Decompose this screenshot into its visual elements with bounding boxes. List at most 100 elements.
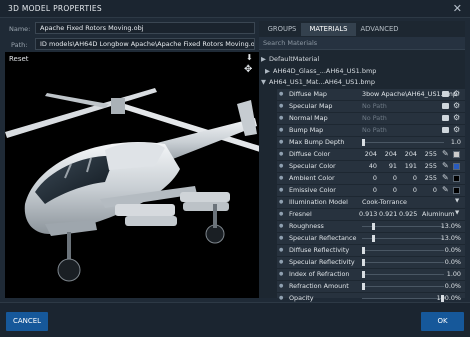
slider-thumb[interactable] [372,235,375,242]
color-b[interactable]: 0 [399,174,417,182]
color-g[interactable]: 0 [379,174,397,182]
fresnel-g[interactable]: 0.921 [379,210,397,218]
prop-ambient-color: ● Ambient Color 0 0 0 255 ✎ [277,173,465,184]
expand-icon[interactable]: ▶ [261,55,266,63]
bullet-icon: ● [279,199,284,205]
model-viewport[interactable]: Reset ⬇ ✥ [5,52,260,298]
color-swatch[interactable] [453,175,460,182]
chevron-down-icon[interactable]: ▼ [455,198,459,204]
path-field[interactable]: ID models\AH64D Longbow Apache\Apache Fi… [35,38,255,50]
color-swatch[interactable] [453,151,460,158]
eyedropper-icon[interactable]: ✎ [442,149,449,158]
slider-track[interactable] [362,262,444,263]
color-b[interactable]: 0 [399,186,417,194]
folder-icon[interactable] [442,91,449,97]
slider-track[interactable] [362,142,444,143]
name-field[interactable]: Apache Fixed Rotors Moving.obj [35,22,255,34]
gear-icon[interactable]: ⚙ [453,89,460,98]
slider-thumb[interactable] [362,283,365,290]
specular-map-path[interactable]: No Path [362,102,387,110]
bump-map-path[interactable]: No Path [362,126,387,134]
ok-button[interactable]: OK [421,312,464,331]
properties-panel: GROUPS MATERIALS ADVANCED Search Materia… [259,21,465,302]
bullet-icon: ● [279,91,284,97]
cancel-button[interactable]: CANCEL [6,312,48,331]
search-materials-input[interactable]: Search Materials [259,37,465,50]
path-label: Path: [11,41,28,49]
bullet-icon: ● [279,223,284,229]
reset-button[interactable]: Reset [9,55,29,63]
fresnel-r[interactable]: 0.913 [359,210,377,218]
prop-label: Emissive Color [289,186,336,194]
material-item-glass[interactable]: ▶ AH64D_Glass_...AH64_US1.bmp [265,67,376,75]
download-icon[interactable]: ⬇ [246,53,253,62]
bullet-icon: ● [279,247,284,253]
prop-specular-reflectance: ● Specular Reflectance 13.0% [277,233,465,244]
gear-icon[interactable]: ⚙ [453,125,460,134]
color-swatch[interactable] [453,187,460,194]
normal-map-path[interactable]: No Path [362,114,387,122]
prop-fresnel: ● Fresnel 0.913 0.921 0.925 Aluminum ▼ [277,209,465,220]
color-a[interactable]: 255 [419,162,437,170]
color-a[interactable]: 255 [419,150,437,158]
gear-icon[interactable]: ⚙ [453,113,460,122]
slider-track[interactable] [362,298,444,299]
specular-reflectance-value: 13.0% [440,234,461,242]
color-r[interactable]: 204 [359,150,377,158]
bullet-icon: ● [279,127,284,133]
material-item-default[interactable]: ▶ DefaultMaterial [261,55,319,63]
name-label: Name: [9,25,31,33]
color-r[interactable]: 0 [359,174,377,182]
slider-thumb[interactable] [362,271,365,278]
slider-track[interactable] [362,250,444,251]
color-b[interactable]: 191 [399,162,417,170]
color-a[interactable]: 0 [419,186,437,194]
dialog-footer: CANCEL OK [0,302,470,337]
gear-icon[interactable]: ⚙ [453,101,460,110]
folder-icon[interactable] [442,103,449,109]
eyedropper-icon[interactable]: ✎ [442,185,449,194]
close-icon[interactable]: ✕ [453,2,462,15]
specular-reflectivity-value: 0.0% [444,258,461,266]
prop-label: Fresnel [289,210,312,218]
slider-thumb[interactable] [362,139,365,146]
eyedropper-icon[interactable]: ✎ [442,161,449,170]
prop-bump-map: ● Bump Map No Path ⚙ [277,125,465,136]
tab-groups[interactable]: GROUPS [263,23,301,36]
title-bar: 3D MODEL PROPERTIES ✕ [0,0,470,18]
color-g[interactable]: 0 [379,186,397,194]
slider-thumb[interactable] [372,223,375,230]
prop-label: Specular Map [289,102,333,110]
prop-label: Opacity [289,294,314,302]
eyedropper-icon[interactable]: ✎ [442,173,449,182]
color-g[interactable]: 204 [379,150,397,158]
tab-materials[interactable]: MATERIALS [301,23,356,36]
color-r[interactable]: 40 [359,162,377,170]
prop-specular-map: ● Specular Map No Path ⚙ [277,101,465,112]
prop-label: Ambient Color [289,174,335,182]
color-g[interactable]: 91 [379,162,397,170]
color-r[interactable]: 0 [359,186,377,194]
slider-thumb[interactable] [362,247,365,254]
illumination-model-select[interactable]: Cook-Torrance [362,198,407,206]
color-swatch[interactable] [453,163,460,170]
expand-icon[interactable]: ▶ [265,67,270,75]
refraction-amount-value: 0.0% [444,282,461,290]
folder-icon[interactable] [442,127,449,133]
prop-label: Roughness [289,222,324,230]
material-item-us1[interactable]: ▼ AH64_US1_Mat...AH64_US1.bmp [261,78,375,86]
collapse-icon[interactable]: ▼ [261,78,266,86]
prop-specular-color: ● Specular Color 40 91 191 255 ✎ [277,161,465,172]
fresnel-preset-select[interactable]: Aluminum [422,210,455,218]
chevron-down-icon[interactable]: ▼ [455,210,459,216]
fresnel-b[interactable]: 0.925 [399,210,417,218]
bullet-icon: ● [279,139,284,145]
tab-advanced[interactable]: ADVANCED [356,23,403,36]
color-b[interactable]: 204 [399,150,417,158]
prop-specular-reflectivity: ● Specular Reflectivity 0.0% [277,257,465,268]
color-a[interactable]: 255 [419,174,437,182]
slider-track[interactable] [362,286,444,287]
slider-thumb[interactable] [362,259,365,266]
folder-icon[interactable] [442,115,449,121]
slider-track[interactable] [362,274,444,275]
